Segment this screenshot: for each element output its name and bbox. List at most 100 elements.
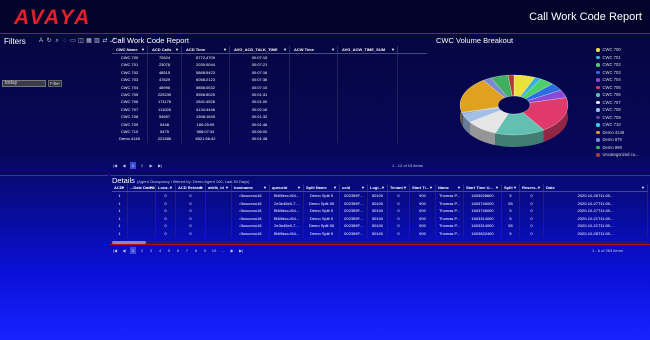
pager-page-1[interactable]: 1 bbox=[130, 247, 136, 254]
folder-icon[interactable]: ▭ bbox=[70, 38, 76, 44]
pager-page-4[interactable]: 4 bbox=[157, 247, 163, 254]
legend-item[interactable]: Uncategorized co... bbox=[596, 151, 650, 159]
text-a-icon[interactable]: A bbox=[38, 38, 44, 44]
column-header[interactable]: hostname ▼ bbox=[232, 184, 270, 191]
layout-icon[interactable]: ◫ bbox=[78, 38, 84, 44]
filter-funnel-icon[interactable]: ▼ bbox=[175, 46, 179, 53]
legend-item[interactable]: CWC 703 bbox=[596, 69, 650, 77]
pager-first-button[interactable]: |◀ bbox=[112, 162, 118, 169]
filter-funnel-icon[interactable]: ▼ bbox=[331, 46, 335, 53]
table-row[interactable]: Demo 4148 221586 6521:56:42 00:01:48 bbox=[112, 135, 427, 143]
pager-page-11[interactable]: ... bbox=[220, 247, 226, 254]
pager-prev-button[interactable]: ◀ bbox=[121, 247, 127, 254]
table-row[interactable]: CWC 709 5448 160:25:09 00:01:46 bbox=[112, 120, 427, 128]
grid-icon[interactable]: ▦ bbox=[86, 38, 92, 44]
column-header[interactable]: AVG_ACD_TALK_TIME ▼ bbox=[230, 46, 290, 53]
table-row[interactable]: CWC 702 48515 5868:5423 00:07:16 bbox=[112, 68, 427, 77]
column-header[interactable]: ACD ▼ bbox=[112, 184, 128, 191]
column-header[interactable]: AVG_ACW_TIME_SUM ▼ bbox=[338, 46, 398, 53]
table-row[interactable]: CWC 700 72624 8772.4709 00:07:15 bbox=[112, 54, 427, 62]
filter-funnel-icon[interactable]: ▼ bbox=[537, 184, 541, 191]
speech-icon[interactable]: ◌ bbox=[62, 38, 68, 44]
column-header[interactable]: Date ▼ bbox=[544, 184, 648, 191]
legend-item[interactable]: CWC 707 bbox=[596, 99, 650, 107]
column-header[interactable]: queueid ▼ bbox=[270, 184, 304, 191]
column-header[interactable]: ...Date Datetime▼ bbox=[128, 184, 156, 191]
column-header[interactable]: Name ▼ bbox=[436, 184, 464, 191]
pager-page-7[interactable]: 7 bbox=[184, 247, 190, 254]
filter-funnel-icon[interactable]: ▼ bbox=[361, 184, 365, 191]
column-header[interactable]: Start Time U... ▼ bbox=[464, 184, 502, 191]
table-row[interactable]: CWC 706 171176 2841:4526 00:01:00 bbox=[112, 98, 427, 106]
legend-item[interactable]: CWC 706 bbox=[596, 91, 650, 99]
filter-funnel-icon[interactable]: ▼ bbox=[333, 184, 337, 191]
column-header[interactable]: Start Ti... ▼ bbox=[410, 184, 436, 191]
legend-item[interactable]: Demo 999 bbox=[596, 144, 650, 152]
column-header[interactable]: ucid ▼ bbox=[340, 184, 368, 191]
table-row[interactable]: 1 0 0 r3uscomo18 f54f8ecc-f64... Demo Split 5… bbox=[112, 229, 648, 238]
chart-icon[interactable]: ▥ bbox=[94, 38, 100, 44]
filter-funnel-icon[interactable]: ▼ bbox=[429, 184, 433, 191]
filter-funnel-icon[interactable]: ▼ bbox=[223, 46, 227, 53]
pager-page-6[interactable]: 6 bbox=[175, 247, 181, 254]
filter-funnel-icon[interactable]: ▼ bbox=[513, 184, 517, 191]
table-row[interactable]: CWC 708 54657 1398:1649 00:01:32 bbox=[112, 113, 427, 121]
pager-page-9[interactable]: 9 bbox=[202, 247, 208, 254]
table-row[interactable]: CWC 701 23078 2030:0044 00:07:21 bbox=[112, 61, 427, 69]
filter-funnel-icon[interactable]: ▼ bbox=[283, 46, 287, 53]
table-row[interactable]: CWC 710 5475 568:07:34 00:06:00 bbox=[112, 127, 427, 136]
swap-icon[interactable]: ⇄ bbox=[102, 38, 108, 44]
legend-item[interactable]: CWC 701 bbox=[596, 54, 650, 62]
table-row[interactable]: 1 0 0 r3uscomo18 f54f8ecc-f64... Demo Split 5… bbox=[112, 192, 648, 200]
table-row[interactable]: CWC 705 225239 5556:5025 00:01:31 bbox=[112, 90, 427, 99]
filter-funnel-icon[interactable]: ▼ bbox=[199, 184, 203, 191]
pager-page-3[interactable]: 3 bbox=[148, 247, 154, 254]
column-header[interactable]: CWC Name ▼ bbox=[112, 46, 148, 53]
table-row[interactable]: 1 0 0 r3uscomo18 f54f8ecc-f64... Demo Split 5… bbox=[112, 207, 648, 215]
column-header[interactable]: Reserv... ▼ bbox=[520, 184, 544, 191]
legend-item[interactable]: CWC 705 bbox=[596, 84, 650, 92]
filter-funnel-icon[interactable]: ▼ bbox=[149, 184, 153, 191]
filter-funnel-icon[interactable]: ▼ bbox=[225, 184, 229, 191]
column-header[interactable]: ACW Time ▼ bbox=[290, 46, 338, 53]
column-header[interactable]: ACD Calls ▼ bbox=[148, 46, 182, 53]
column-header[interactable]: ACD Release ▼ bbox=[176, 184, 206, 191]
pager-page-5[interactable]: 5 bbox=[166, 247, 172, 254]
pager-page-10[interactable]: 10 bbox=[211, 247, 217, 254]
pager-page-1[interactable]: 1 bbox=[130, 162, 136, 169]
column-header[interactable]: Split ▼ bbox=[502, 184, 520, 191]
filter-funnel-icon[interactable]: ▼ bbox=[403, 184, 407, 191]
filter-funnel-icon[interactable]: ▼ bbox=[297, 184, 301, 191]
column-header[interactable]: Loca... ▼ bbox=[156, 184, 176, 191]
search-icon[interactable]: ⌕ bbox=[54, 38, 60, 44]
pager-page-2[interactable]: 2 bbox=[139, 162, 145, 169]
filter-funnel-icon[interactable]: ▼ bbox=[169, 184, 173, 191]
pager-page-2[interactable]: 2 bbox=[139, 247, 145, 254]
pager-last-button[interactable]: ▶| bbox=[238, 247, 244, 254]
filter-funnel-icon[interactable]: ▼ bbox=[141, 46, 145, 53]
column-header[interactable]: Tenant ▼ bbox=[388, 184, 410, 191]
column-header[interactable]: Split Name ▼ bbox=[304, 184, 340, 191]
filter-funnel-icon[interactable]: ▼ bbox=[641, 184, 645, 191]
pager-first-button[interactable]: |◀ bbox=[112, 247, 118, 254]
refresh-icon[interactable]: ↻ bbox=[46, 38, 52, 44]
table-row[interactable]: 1 0 0 r3uscomo18 2e3e45e0-7... Demo Split 55 0… bbox=[112, 222, 648, 230]
filter-funnel-icon[interactable]: ▼ bbox=[495, 184, 499, 191]
filter-funnel-icon[interactable]: ▼ bbox=[457, 184, 461, 191]
legend-item[interactable]: CWC 708 bbox=[596, 106, 650, 114]
table-row[interactable]: CWC 703 47829 6058:2123 00:07:36 bbox=[112, 76, 427, 84]
legend-item[interactable]: Demo 979 bbox=[596, 136, 650, 144]
legend-item[interactable]: CWC 710 bbox=[596, 121, 650, 129]
date-filter-select[interactable]: today bbox=[2, 80, 46, 87]
table-row[interactable]: 1 0 0 r3uscomo18 f54f8ecc-f64... Demo Split 5… bbox=[112, 214, 648, 223]
table-row[interactable]: CWC 704 48996 5856:0532 00:07:10 bbox=[112, 83, 427, 91]
filter-funnel-icon[interactable]: ▼ bbox=[121, 184, 125, 191]
pager-prev-button[interactable]: ◀ bbox=[121, 162, 127, 169]
table-row[interactable]: CWC 707 111028 4134:4446 00:02:16 bbox=[112, 105, 427, 114]
legend-item[interactable]: CWC 709 bbox=[596, 114, 650, 122]
pager-next-button[interactable]: ▶ bbox=[148, 162, 154, 169]
column-header[interactable]: ACD Time ▼ bbox=[182, 46, 230, 53]
filter-funnel-icon[interactable]: ▼ bbox=[263, 184, 267, 191]
column-header[interactable]: attrib_id ▼ bbox=[206, 184, 232, 191]
filter-button[interactable]: Filter bbox=[48, 80, 62, 87]
